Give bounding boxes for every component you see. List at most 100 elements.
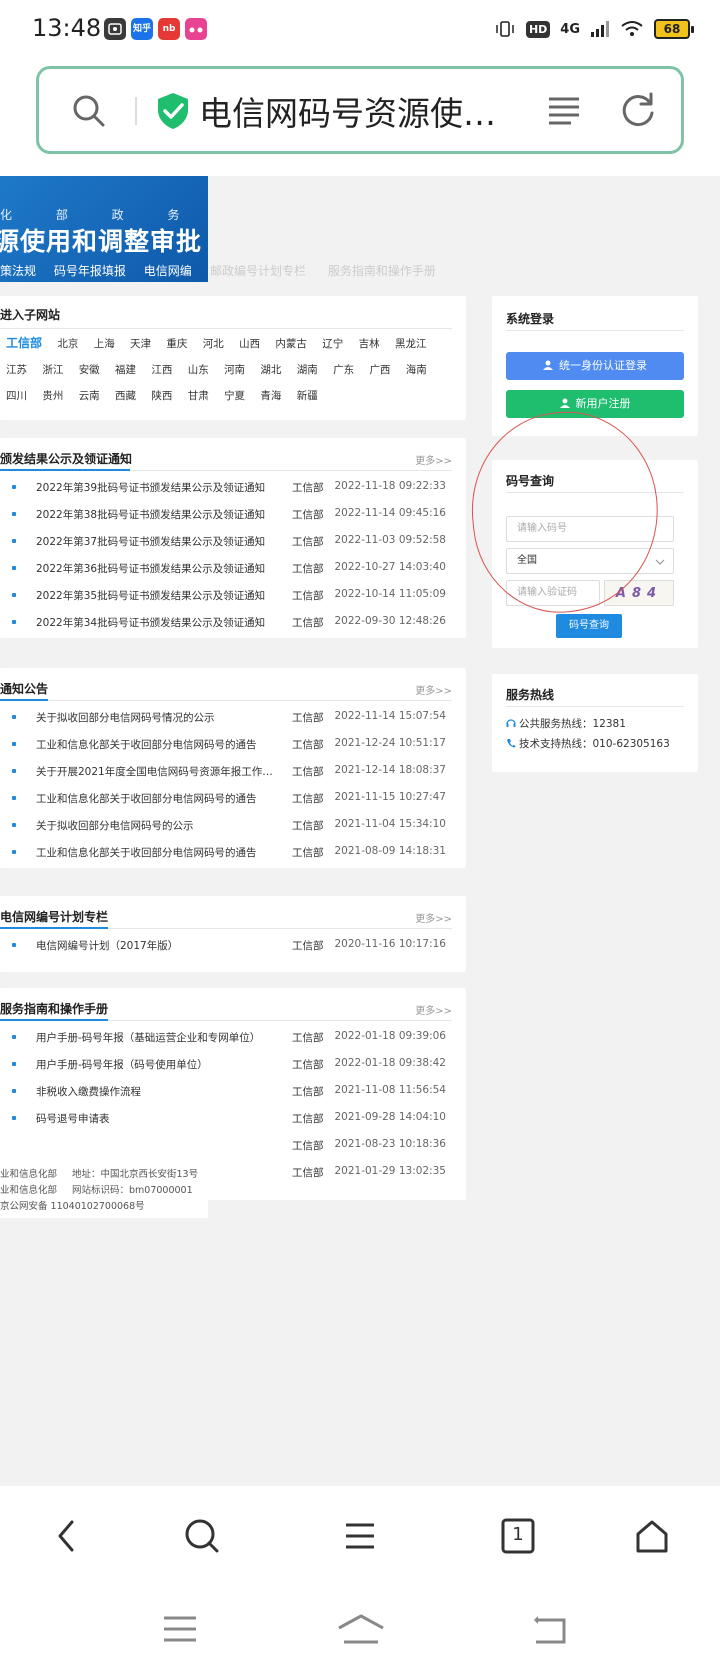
more-link[interactable]: 更多>> [415, 1002, 452, 1017]
region-link[interactable]: 湖南 [297, 364, 318, 376]
list-item[interactable]: 2022年第36批码号证书颁发结果公示及领证通知 工信部 2022-10-27 14… [0, 555, 452, 582]
section-heading: 服务指南和操作手册 [0, 1002, 109, 1016]
list-item[interactable]: 码号退号申请表 工信部 2021-09-28 14:04:10 [0, 1105, 452, 1132]
item-source: 工信部 [292, 590, 324, 602]
more-link[interactable]: 更多>> [415, 452, 452, 467]
list-item[interactable]: 2022年第39批码号证书颁发结果公示及领证通知 工信部 2022-11-18 09… [0, 474, 452, 501]
home-nav-icon[interactable] [336, 1612, 386, 1646]
nav-item-annual-report[interactable]: 码号年报填报 [54, 264, 126, 278]
list-item[interactable]: 工业和信息化部关于收回部分电信网码号的通告 工信部 2021-11-15 10:27… [0, 785, 452, 812]
region-link[interactable]: 工信部 [6, 336, 42, 350]
region-link[interactable]: 重庆 [166, 338, 187, 350]
item-title[interactable]: 2022年第37批码号证书颁发结果公示及领证通知 [36, 534, 276, 549]
more-link[interactable]: 更多>> [415, 910, 452, 925]
region-link[interactable]: 吉林 [359, 338, 380, 350]
region-link[interactable]: 山东 [188, 364, 209, 376]
home-icon[interactable] [632, 1516, 672, 1556]
reload-icon[interactable] [619, 91, 657, 129]
region-link[interactable]: 河北 [203, 338, 224, 350]
item-time: 2022-01-18 09:38:42 [334, 1057, 446, 1069]
region-link[interactable]: 广东 [333, 364, 354, 376]
item-title[interactable]: 工业和信息化部关于收回部分电信网码号的通告 [36, 845, 276, 860]
region-link[interactable]: 宁夏 [224, 390, 245, 402]
user-icon [559, 398, 570, 408]
item-time: 2021-09-28 14:04:10 [334, 1111, 446, 1123]
tabs-button[interactable]: 1 [498, 1516, 538, 1556]
item-title[interactable]: 2022年第34批码号证书颁发结果公示及领证通知 [36, 615, 276, 630]
region-link[interactable]: 海南 [406, 364, 427, 376]
item-title[interactable]: 2022年第36批码号证书颁发结果公示及领证通知 [36, 561, 276, 576]
menu-icon[interactable] [340, 1516, 380, 1556]
item-title[interactable]: 用户手册-码号年报（基础运营企业和专网单位） [36, 1030, 276, 1045]
recent-apps-icon[interactable] [160, 1612, 200, 1646]
item-title[interactable]: 工业和信息化部关于收回部分电信网码号的通告 [36, 737, 276, 752]
item-title[interactable]: 关于拟收回部分电信网码号情况的公示 [36, 710, 276, 725]
section-heading: 电信网编号计划专栏 [0, 910, 109, 924]
region-link[interactable]: 四川 [6, 390, 27, 402]
address-bar[interactable]: 电信网码号资源使… [36, 66, 684, 154]
ghost-nav-item-1[interactable]: 邮政编号计划专栏 [210, 264, 306, 278]
region-link[interactable]: 陕西 [151, 390, 172, 402]
nav-item-telecom[interactable]: 电信网编 [144, 264, 192, 278]
region-link[interactable]: 湖北 [260, 364, 281, 376]
item-title[interactable]: 2022年第39批码号证书颁发结果公示及领证通知 [36, 480, 276, 495]
region-link[interactable]: 江苏 [6, 364, 27, 376]
region-link[interactable]: 西藏 [115, 390, 136, 402]
region-link[interactable]: 山西 [239, 338, 260, 350]
list-item[interactable]: 用户手册-码号年报（基础运营企业和专网单位） 工信部 2022-01-18 09:3… [0, 1024, 452, 1051]
list-item[interactable]: 2022年第37批码号证书颁发结果公示及领证通知 工信部 2022-11-03 09… [0, 528, 452, 555]
item-title[interactable]: 工业和信息化部关于收回部分电信网码号的通告 [36, 791, 276, 806]
search-icon[interactable] [71, 93, 107, 129]
nav-item-policy[interactable]: 策法规 [0, 264, 36, 278]
region-link[interactable]: 安徽 [79, 364, 100, 376]
region-link[interactable]: 贵州 [42, 390, 63, 402]
region-link[interactable]: 辽宁 [322, 338, 343, 350]
item-source: 工信部 [292, 1086, 324, 1098]
region-link[interactable]: 甘肃 [188, 390, 209, 402]
region-link[interactable]: 广西 [369, 364, 390, 376]
search-icon[interactable] [182, 1516, 222, 1556]
more-link[interactable]: 更多>> [415, 682, 452, 697]
item-title[interactable]: 码号退号申请表 [36, 1111, 276, 1126]
item-title[interactable]: 2022年第38批码号证书颁发结果公示及领证通知 [36, 507, 276, 522]
region-link[interactable]: 上海 [94, 338, 115, 350]
item-title[interactable]: 非税收入缴费操作流程 [36, 1084, 276, 1099]
region-link[interactable]: 天津 [130, 338, 151, 350]
region-link[interactable]: 北京 [57, 338, 78, 350]
item-title[interactable]: 关于开展2021年度全国电信网码号资源年报工作… [36, 764, 276, 779]
region-link[interactable]: 江西 [151, 364, 172, 376]
item-title[interactable]: 关于拟收回部分电信网码号的公示 [36, 818, 276, 833]
list-item[interactable]: 工业和信息化部关于收回部分电信网码号的通告 工信部 2021-12-24 10:51… [0, 731, 452, 758]
address-separator [135, 97, 137, 125]
back-nav-icon[interactable] [530, 1612, 570, 1646]
region-link[interactable]: 内蒙古 [275, 338, 307, 350]
list-item[interactable]: 电信网编号计划（2017年版） 工信部 2020-11-16 10:17:16 [0, 932, 452, 959]
query-button[interactable]: 码号查询 [556, 614, 622, 638]
region-link[interactable]: 黑龙江 [395, 338, 427, 350]
list-item[interactable]: 非税收入缴费操作流程 工信部 2021-11-08 11:56:54 [0, 1078, 452, 1105]
unified-login-button[interactable]: 统一身份认证登录 [506, 352, 684, 380]
back-icon[interactable] [48, 1516, 88, 1556]
reader-menu-icon[interactable] [547, 95, 581, 127]
item-title[interactable]: 电信网编号计划（2017年版） [36, 938, 276, 953]
region-link[interactable]: 河南 [224, 364, 245, 376]
region-link[interactable]: 浙江 [42, 364, 63, 376]
region-link[interactable]: 福建 [115, 364, 136, 376]
list-item[interactable]: 2022年第34批码号证书颁发结果公示及领证通知 工信部 2022-09-30 12… [0, 609, 452, 636]
list-item[interactable]: 关于拟收回部分电信网码号情况的公示 工信部 2022-11-14 15:07:54 [0, 704, 452, 731]
list-item[interactable]: 关于开展2021年度全国电信网码号资源年报工作… 工信部 2021-12-14 18… [0, 758, 452, 785]
page-title[interactable]: 电信网码号资源使… [199, 87, 529, 135]
list-item[interactable]: 2022年第38批码号证书颁发结果公示及领证通知 工信部 2022-11-14 09… [0, 501, 452, 528]
list-item[interactable]: 关于拟收回部分电信网码号的公示 工信部 2021-11-04 15:34:10 [0, 812, 452, 839]
list-item[interactable]: 工业和信息化部关于收回部分电信网码号的通告 工信部 2021-08-09 14:18… [0, 839, 452, 866]
battery-icon: 68 [654, 19, 694, 39]
region-link[interactable]: 青海 [260, 390, 281, 402]
region-link[interactable]: 云南 [79, 390, 100, 402]
region-link[interactable]: 新疆 [297, 390, 318, 402]
list-item[interactable]: 用户手册-码号年报（码号使用单位） 工信部 2022-01-18 09:38:42 [0, 1051, 452, 1078]
register-button[interactable]: 新用户注册 [506, 390, 684, 418]
item-title[interactable]: 2022年第35批码号证书颁发结果公示及领证通知 [36, 588, 276, 603]
list-item[interactable]: 2022年第35批码号证书颁发结果公示及领证通知 工信部 2022-10-14 11… [0, 582, 452, 609]
item-title[interactable]: 用户手册-码号年报（码号使用单位） [36, 1057, 276, 1072]
ghost-nav-item-2[interactable]: 服务指南和操作手册 [328, 264, 436, 278]
